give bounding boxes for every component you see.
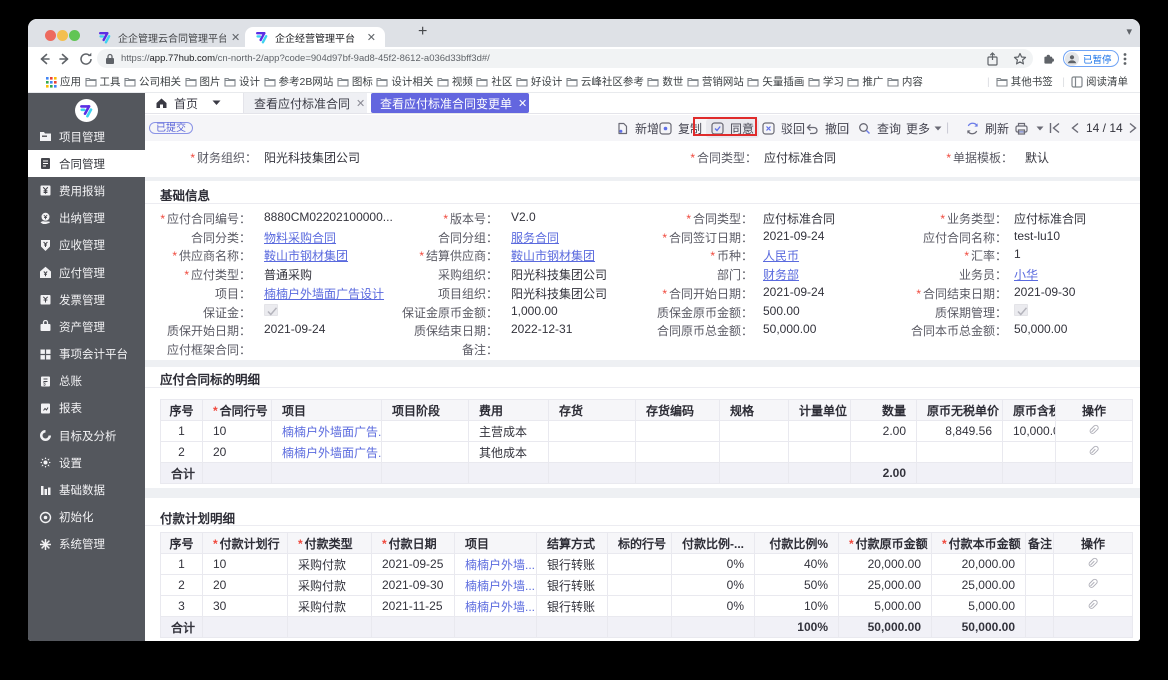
svg-text:$: $: [43, 381, 46, 387]
